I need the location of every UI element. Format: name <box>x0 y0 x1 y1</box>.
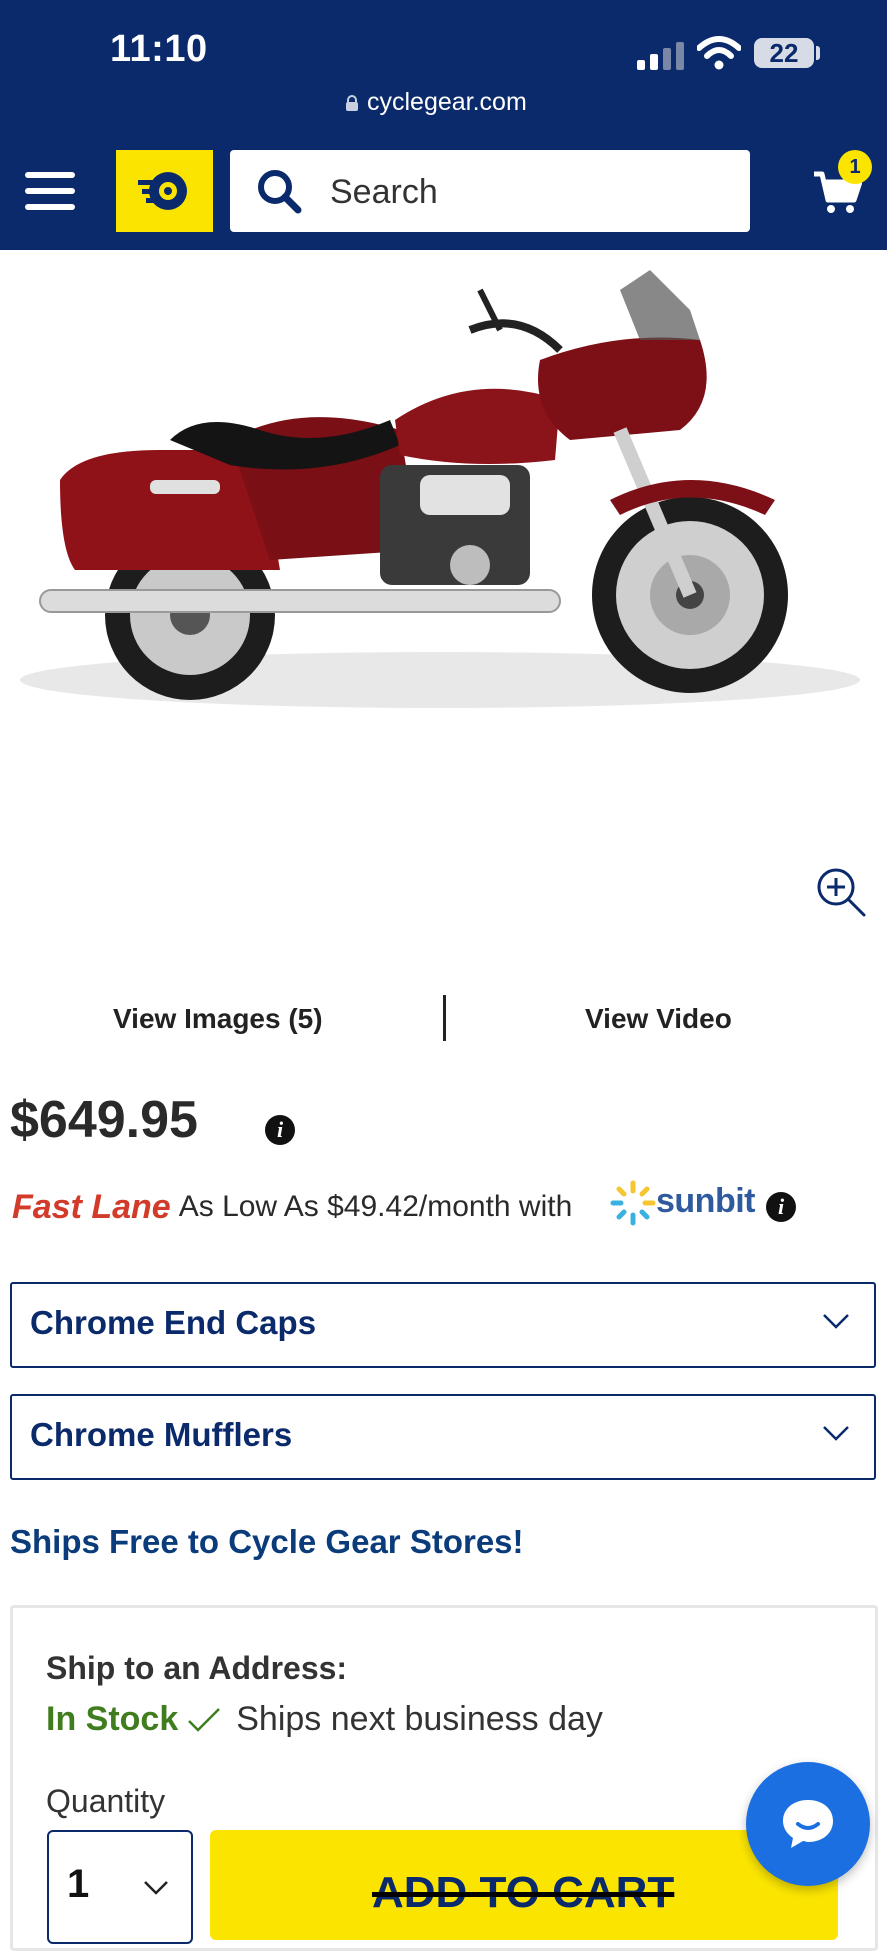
in-stock-label: In Stock <box>46 1700 179 1738</box>
select-label: Chrome End Caps <box>30 1304 317 1341</box>
lock-icon <box>346 94 358 111</box>
chevron-down-icon <box>144 1881 168 1895</box>
battery-tip <box>816 46 820 60</box>
search-bar[interactable] <box>230 150 750 234</box>
menu-line <box>25 188 75 194</box>
cart-count-badge: 1 <box>838 150 872 184</box>
media-divider <box>443 995 446 1041</box>
check-icon <box>188 1707 221 1732</box>
chat-button[interactable] <box>746 1762 870 1886</box>
stock-status-row: In Stock Ships next business day <box>46 1700 603 1739</box>
chat-bubble-icon <box>783 1800 833 1848</box>
price-info-icon[interactable]: i <box>265 1115 295 1145</box>
url-bar[interactable]: cyclegear.com <box>345 88 527 117</box>
financing-info-icon[interactable]: i <box>766 1192 796 1222</box>
end-caps-select[interactable]: Chrome End Caps <box>10 1282 876 1368</box>
monthly-payment-text: As Low As $49.42/month with <box>178 1190 573 1223</box>
quantity-value: 1 <box>67 1862 90 1906</box>
cycle-gear-logo[interactable] <box>116 150 213 232</box>
sunbit-logo[interactable]: sunbit <box>656 1182 755 1221</box>
add-to-cart-label: ADD TO CART <box>372 1868 675 1917</box>
product-price: $649.95 <box>10 1091 198 1149</box>
fast-lane-label: Fast Lane <box>12 1187 171 1226</box>
battery-indicator: 22 <box>754 38 814 68</box>
zoom-icon[interactable] <box>815 866 867 918</box>
search-input[interactable] <box>328 150 732 234</box>
ships-free-banner: Ships Free to Cycle Gear Stores! <box>10 1523 524 1560</box>
menu-button[interactable] <box>25 172 75 210</box>
ships-next-text: Ships next business day <box>236 1700 603 1738</box>
shipping-title: Ship to an Address: <box>46 1650 348 1686</box>
status-time: 11:10 <box>110 28 208 70</box>
mufflers-select[interactable]: Chrome Mufflers <box>10 1394 876 1480</box>
view-video-link[interactable]: View Video <box>585 1003 732 1035</box>
media-links: View Images (5) View Video <box>0 995 887 1045</box>
url-text: cyclegear.com <box>367 88 527 116</box>
signal-icon <box>637 42 684 70</box>
chevron-down-icon <box>823 1314 849 1329</box>
view-images-link[interactable]: View Images (5) <box>113 1003 323 1035</box>
search-icon <box>258 170 302 214</box>
menu-line <box>25 204 75 210</box>
sunbit-sun-icon <box>610 1180 656 1226</box>
menu-line <box>25 172 75 178</box>
add-to-cart-button[interactable]: ADD TO CART <box>210 1830 838 1940</box>
quantity-select[interactable]: 1 <box>47 1830 193 1944</box>
financing-row: Fast Lane As Low As $49.42/month with <box>12 1182 572 1232</box>
wheel-logo-icon <box>138 172 187 210</box>
select-label: Chrome Mufflers <box>30 1416 293 1453</box>
quantity-label: Quantity <box>46 1783 166 1819</box>
wifi-icon <box>697 36 741 70</box>
product-image[interactable] <box>0 250 887 950</box>
chevron-down-icon <box>823 1426 849 1441</box>
